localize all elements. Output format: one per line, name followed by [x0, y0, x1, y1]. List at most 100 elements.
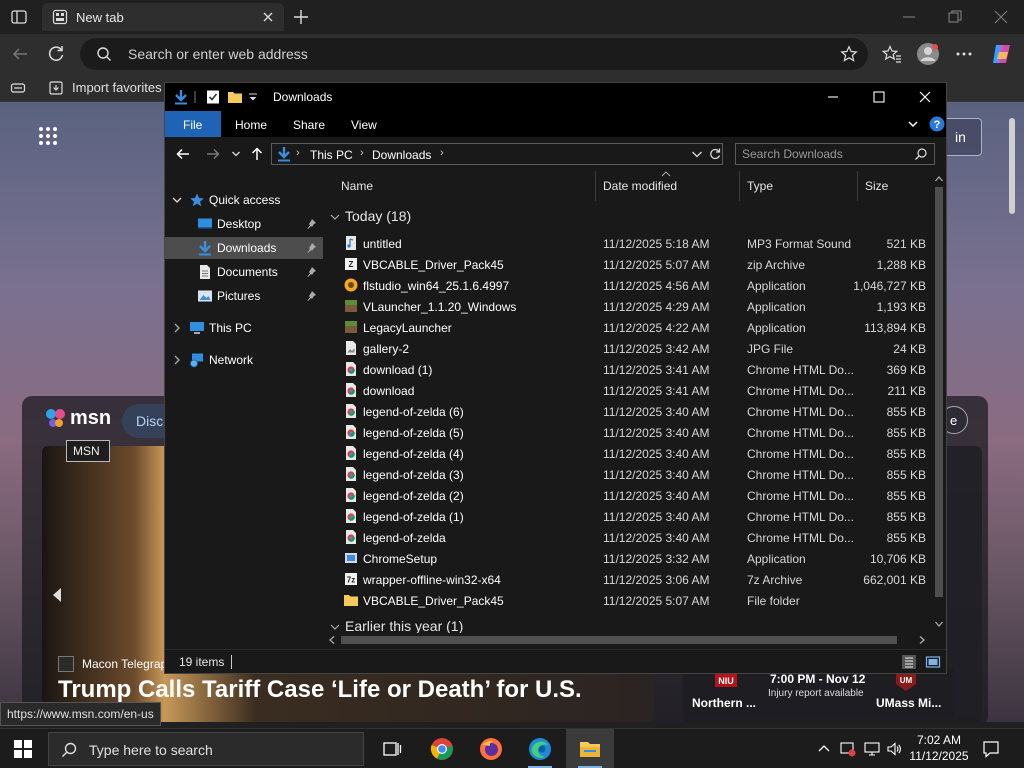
game-score-card[interactable]: NIU 7:00 PM - Nov 12 Injury report avail… — [684, 668, 954, 718]
explorer-search-box[interactable] — [735, 143, 935, 165]
explorer-maximize-icon[interactable] — [871, 89, 887, 105]
chevron-down-icon[interactable] — [329, 621, 341, 633]
file-row[interactable]: 7z wrapper-offline-win32-x64 11/12/2025 3:… — [335, 569, 930, 590]
column-header-size[interactable]: Size — [859, 171, 929, 201]
chevron-right-icon[interactable] — [171, 322, 183, 334]
chevron-down-icon[interactable] — [171, 194, 183, 206]
vertical-scroll-thumb[interactable] — [935, 187, 943, 597]
copilot-icon[interactable] — [990, 42, 1014, 66]
expand-ribbon-icon[interactable] — [907, 118, 919, 130]
close-tab-icon[interactable] — [260, 9, 276, 25]
back-icon[interactable] — [10, 44, 30, 64]
pin-icon[interactable] — [305, 266, 317, 278]
notifications-icon[interactable] — [982, 740, 1000, 758]
column-header-date[interactable]: Date modified — [597, 171, 739, 201]
address-placeholder[interactable]: Search or enter web address — [128, 46, 308, 62]
nav-desktop[interactable]: Desktop — [165, 213, 323, 235]
nav-this-pc[interactable]: This PC — [165, 317, 323, 339]
taskbar-file-explorer[interactable] — [566, 729, 614, 768]
msn-logo[interactable]: msn — [44, 404, 114, 432]
security-alert-icon[interactable] — [840, 741, 856, 757]
file-row[interactable]: legend-of-zelda (6) 11/12/2025 3:40 AM Chr… — [335, 401, 930, 422]
system-clock[interactable]: 7:02 AM 11/12/2025 — [906, 732, 972, 764]
apps-grid-icon[interactable] — [38, 126, 58, 146]
file-row[interactable]: legend-of-zelda (3) 11/12/2025 3:40 AM Chr… — [335, 464, 930, 485]
taskbar-firefox[interactable] — [467, 729, 515, 768]
chevron-down-icon[interactable] — [329, 211, 341, 223]
volume-icon[interactable] — [886, 741, 902, 757]
profile-avatar-icon[interactable] — [916, 42, 940, 66]
ribbon-tab-share[interactable]: Share — [279, 111, 339, 137]
taskbar-edge[interactable] — [516, 729, 564, 768]
file-row[interactable]: legend-of-zelda (2) 11/12/2025 3:40 AM Chr… — [335, 485, 930, 506]
file-row[interactable]: VBCABLE_Driver_Pack45 11/12/2025 5:07 AM F… — [335, 590, 930, 611]
column-divider[interactable] — [595, 171, 596, 201]
favorite-star-icon[interactable] — [840, 45, 858, 63]
page-scrollbar-thumb[interactable] — [1009, 118, 1015, 214]
file-row[interactable]: legend-of-zelda (4) 11/12/2025 3:40 AM Chr… — [335, 443, 930, 464]
file-row[interactable]: gallery-2 11/12/2025 3:42 AM JPG File 24 KB — [335, 338, 930, 359]
file-row[interactable]: legend-of-zelda 11/12/2025 3:40 AM Chrome … — [335, 527, 930, 548]
properties-icon[interactable] — [205, 89, 221, 105]
pin-icon[interactable] — [305, 218, 317, 230]
explorer-close-icon[interactable] — [917, 89, 933, 105]
file-row[interactable]: Z VBCABLE_Driver_Pack45 11/12/2025 5:07 AM… — [335, 254, 930, 275]
file-row[interactable]: VLauncher_1.1.20_Windows 11/12/2025 4:29 … — [335, 296, 930, 317]
restore-icon[interactable] — [946, 8, 964, 26]
windows-start-icon[interactable] — [14, 740, 32, 758]
recent-locations-icon[interactable] — [231, 146, 241, 162]
nav-downloads[interactable]: Downloads — [165, 237, 323, 259]
explorer-forward-icon[interactable] — [205, 146, 221, 162]
column-divider[interactable] — [857, 171, 858, 201]
column-header-type[interactable]: Type — [741, 171, 857, 201]
file-row[interactable]: flstudio_win64_25.1.6.4997 11/12/2025 4:5… — [335, 275, 930, 296]
breadcrumb-separator-icon[interactable]: › — [296, 147, 300, 159]
ribbon-tab-file[interactable]: File — [165, 111, 221, 137]
large-icons-view-icon[interactable] — [925, 654, 941, 670]
tab-new-tab[interactable]: New tab — [42, 3, 284, 31]
page-scrollbar[interactable] — [1006, 118, 1018, 718]
pin-icon[interactable] — [305, 242, 317, 254]
breadcrumb-separator-icon[interactable]: › — [360, 147, 364, 159]
file-row[interactable]: legend-of-zelda (1) 11/12/2025 3:40 AM Chr… — [335, 506, 930, 527]
ribbon-tab-home[interactable]: Home — [221, 111, 281, 137]
new-tab-plus-icon[interactable] — [292, 8, 310, 26]
file-list-horizontal-scrollbar[interactable] — [323, 633, 932, 647]
address-bar[interactable]: Search or enter web address — [80, 38, 868, 70]
file-row[interactable]: ChromeSetup 11/12/2025 3:32 AM Application… — [335, 548, 930, 569]
breadcrumb-separator-icon[interactable]: › — [440, 147, 444, 159]
nav-network[interactable]: Network — [165, 349, 323, 371]
breadcrumb-downloads[interactable]: Downloads — [372, 148, 431, 162]
file-row[interactable]: legend-of-zelda (5) 11/12/2025 3:40 AM Chr… — [335, 422, 930, 443]
details-view-icon[interactable] — [901, 654, 917, 670]
file-row[interactable]: download (1) 11/12/2025 3:41 AM Chrome HTM… — [335, 359, 930, 380]
scroll-down-icon[interactable] — [934, 619, 944, 629]
new-folder-icon[interactable] — [227, 89, 243, 105]
explorer-search-input[interactable] — [742, 146, 910, 162]
chevron-right-icon[interactable] — [171, 354, 183, 366]
taskbar-chrome[interactable] — [418, 729, 466, 768]
file-row[interactable]: untitled 11/12/2025 5:18 AM MP3 Format Sou… — [335, 233, 930, 254]
show-hidden-icons-icon[interactable] — [816, 741, 832, 757]
scroll-left-icon[interactable] — [327, 635, 337, 645]
task-view-button[interactable] — [368, 729, 416, 768]
tab-actions-icon[interactable] — [10, 8, 28, 26]
minimize-icon[interactable] — [900, 8, 918, 26]
scroll-up-icon[interactable] — [934, 174, 944, 184]
explorer-minimize-icon[interactable] — [825, 89, 841, 105]
carousel-prev-icon[interactable] — [50, 586, 64, 604]
horizontal-scroll-thumb[interactable] — [341, 636, 897, 644]
refresh-icon[interactable] — [46, 44, 66, 64]
ribbon-tab-view[interactable]: View — [337, 111, 393, 137]
column-header-name[interactable]: Name — [335, 171, 595, 201]
taskbar-search-placeholder[interactable]: Type here to search — [89, 742, 213, 758]
file-list-vertical-scrollbar[interactable] — [932, 171, 946, 633]
help-icon[interactable]: ? — [929, 116, 945, 132]
favorites-icon[interactable] — [882, 44, 902, 64]
breadcrumb-bar[interactable]: › This PC › Downloads › — [271, 143, 723, 165]
file-row[interactable]: download 11/12/2025 3:41 AM Chrome HTML Do… — [335, 380, 930, 401]
taskbar-search-box[interactable]: Type here to search — [48, 732, 364, 766]
close-window-icon[interactable] — [992, 8, 1010, 26]
nav-quick-access[interactable]: Quick access — [165, 189, 323, 211]
news-headline[interactable]: Trump Calls Tariff Case ‘Life or Death’ … — [58, 676, 582, 704]
